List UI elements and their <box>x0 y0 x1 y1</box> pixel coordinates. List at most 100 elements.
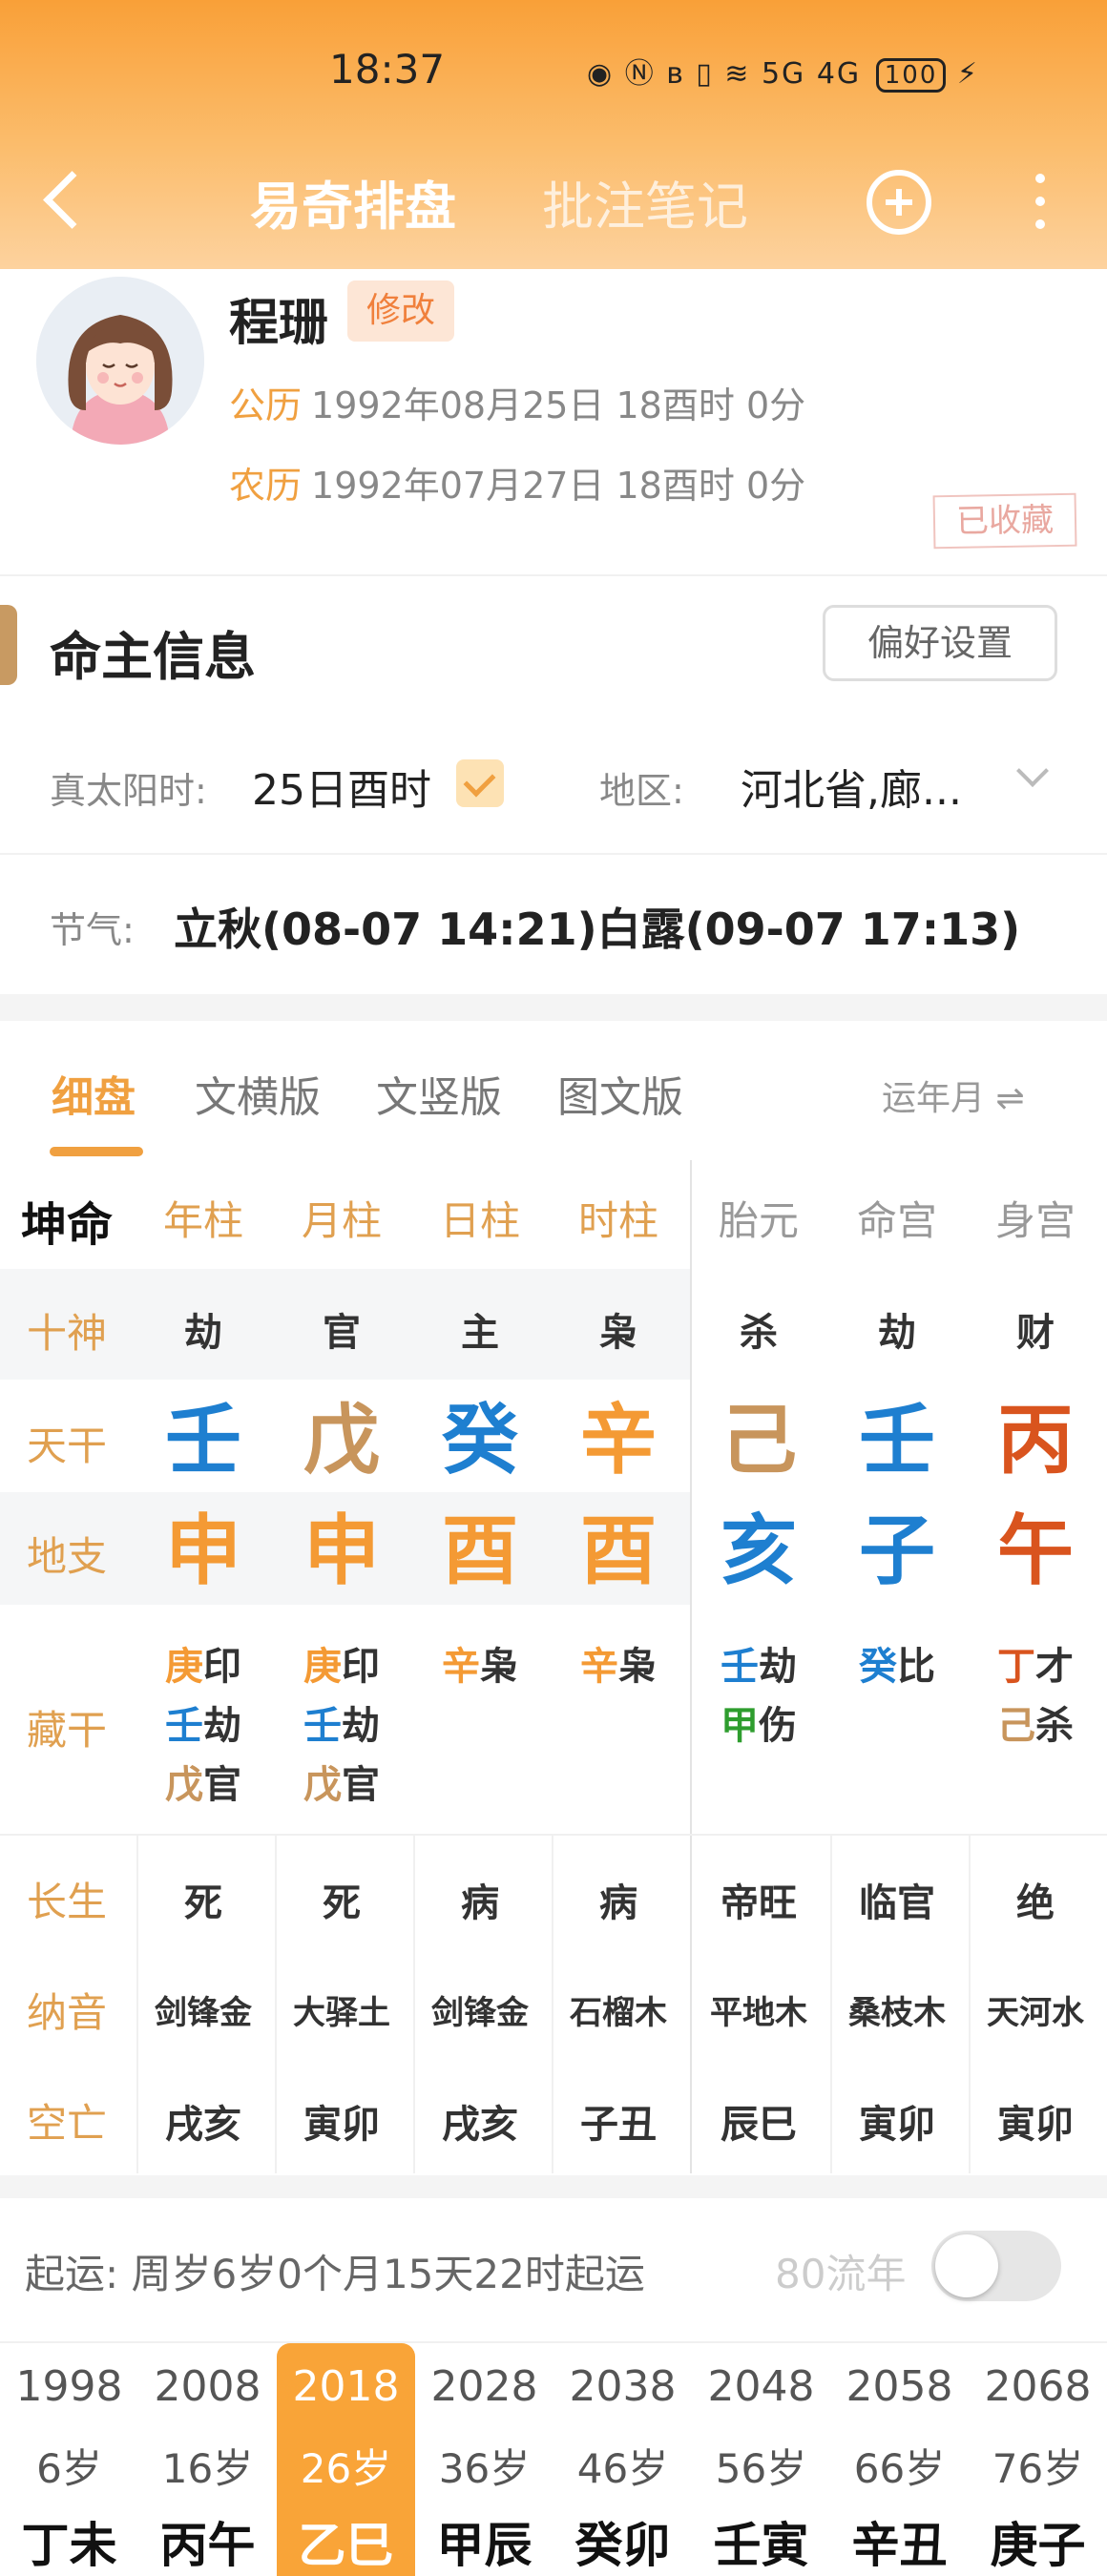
section-gap <box>0 994 1107 1021</box>
shishen-cell: 杀 <box>740 1311 778 1355</box>
preferences-button[interactable]: 偏好设置 <box>823 605 1057 681</box>
tab-wenheng[interactable]: 文横版 <box>195 1063 321 1124</box>
nayin-cell: 平地木 <box>710 1994 807 2032</box>
solar-term-label: 节气: <box>50 909 135 951</box>
canggan-stem: 壬 <box>303 1704 342 1748</box>
luck-year: 2048 <box>707 2362 815 2411</box>
canggan-item: 庚印 <box>165 1635 241 1691</box>
canggan-stem: 甲 <box>721 1704 759 1748</box>
true-solar-value: 25日酉时 <box>252 766 431 815</box>
canggan-stem: 丁 <box>997 1645 1035 1689</box>
nayin-cell: 剑锋金 <box>155 1994 252 2032</box>
luck-pillar[interactable]: 2058 66岁 辛丑 <box>830 2343 969 2576</box>
dizhi-char: 申 <box>165 1506 241 1595</box>
canggan-god: 伤 <box>759 1704 797 1748</box>
tab-xipan[interactable]: 细盘 <box>52 1063 136 1124</box>
canggan-item: 壬劫 <box>721 1635 797 1691</box>
lunar-date-row: 农历 1992年07月27日 18酉时 0分 <box>229 456 805 509</box>
canggan-item: 戊官 <box>303 1754 380 1809</box>
luck-year: 2008 <box>154 2362 261 2411</box>
nayin-cell: 石榴木 <box>570 1994 667 2032</box>
solar-date-row: 公历 1992年08月25日 18酉时 0分 <box>229 376 805 428</box>
canggan-item: 戊官 <box>165 1754 241 1809</box>
shishen-cell: 官 <box>323 1311 361 1355</box>
canggan-god: 劫 <box>203 1704 241 1748</box>
tiangan-char: 壬 <box>165 1396 241 1485</box>
add-icon[interactable] <box>867 170 931 235</box>
changsheng-cell: 临官 <box>859 1881 935 1925</box>
section-gap <box>0 2175 1107 2198</box>
luck-pillar[interactable]: 2018 26岁 乙巳 <box>277 2343 415 2576</box>
shishen-cell: 主 <box>461 1311 499 1355</box>
canggan-item: 壬劫 <box>165 1694 241 1750</box>
tab-wenshu[interactable]: 文竖版 <box>376 1063 502 1124</box>
kongwang-cell: 子丑 <box>580 2103 657 2147</box>
canggan-stem: 癸 <box>859 1645 897 1689</box>
luck-age: 56岁 <box>715 2445 807 2492</box>
canggan-item: 庚印 <box>303 1635 380 1691</box>
dizhi-char: 午 <box>997 1506 1074 1595</box>
luck-pillar[interactable]: 2038 46岁 癸卯 <box>554 2343 692 2576</box>
gender-label: 坤命 <box>20 1198 113 1252</box>
region-select[interactable]: 河北省,廊... <box>741 756 962 817</box>
canggan-god: 杀 <box>1035 1704 1074 1748</box>
chevron-down-icon[interactable] <box>1016 755 1049 787</box>
luck-pillar[interactable]: 2008 16岁 丙午 <box>138 2343 277 2576</box>
app-header: 18:37 ◉ Ⓝ ʙ ▯ ≋ 5G 4G 100 ⚡ 易奇排盘 批注笔记 <box>0 0 1107 269</box>
canggan-item: 丁才 <box>997 1635 1074 1691</box>
tab-tuwen[interactable]: 图文版 <box>557 1063 683 1124</box>
tiangan-char: 丙 <box>997 1396 1074 1485</box>
solar-term-value: 立秋(08-07 14:21)白露(09-07 17:13) <box>174 904 1021 955</box>
luck-pillar[interactable]: 2068 76岁庚子 <box>969 2343 1107 2576</box>
avatar-illustration <box>36 277 204 445</box>
vibrate-icon: ▯ <box>696 57 714 91</box>
luck-pillar[interactable]: 2028 36岁甲辰 <box>415 2343 554 2576</box>
luck-ganzhi: 乙巳 <box>298 2518 394 2573</box>
back-button[interactable] <box>38 160 95 237</box>
luck-year: 2058 <box>846 2362 953 2411</box>
luck-pillar[interactable]: 2048 56岁 壬寅 <box>692 2343 830 2576</box>
luck-year: 2038 <box>569 2362 677 2411</box>
yun-toggle[interactable]: 运年月 ⇌ <box>882 1070 1025 1120</box>
solar-date: 1992年08月25日 18酉时 0分 <box>311 384 806 426</box>
changsheng-cell: 病 <box>599 1881 637 1925</box>
canggan-item: 壬劫 <box>303 1694 380 1750</box>
column-header: 时柱 <box>577 1197 658 1244</box>
canggan-god: 比 <box>897 1645 935 1689</box>
luck-ganzhi: 甲辰 <box>436 2518 533 2573</box>
tab-paipan[interactable]: 易奇排盘 <box>250 164 456 239</box>
true-solar-checkbox[interactable] <box>456 759 504 807</box>
canggan-item: 己杀 <box>997 1694 1074 1750</box>
lunar-label: 农历 <box>229 465 303 507</box>
row-label: 地支 <box>26 1533 107 1580</box>
kongwang-cell: 寅卯 <box>859 2103 935 2147</box>
signal-icon: 5G 4G <box>761 57 862 91</box>
favorited-stamp[interactable]: 已收藏 <box>932 492 1077 550</box>
edit-button[interactable]: 修改 <box>347 280 455 342</box>
qiyun-info: 起运: 周岁6岁0个月15天22时起运 <box>25 2242 645 2300</box>
luck-year: 2028 <box>430 2362 538 2411</box>
more-icon[interactable] <box>1031 174 1050 233</box>
changsheng-cell: 病 <box>461 1881 499 1925</box>
eye-icon: ◉ <box>587 57 615 91</box>
luck-age: 46岁 <box>576 2445 669 2492</box>
column-header: 月柱 <box>301 1197 382 1244</box>
tab-notes[interactable]: 批注笔记 <box>542 164 748 239</box>
active-tab-indicator <box>50 1147 143 1156</box>
canggan-stem: 壬 <box>165 1704 203 1748</box>
luck-age: 16岁 <box>161 2445 254 2492</box>
luck-year: 1998 <box>15 2362 123 2411</box>
row-label: 纳音 <box>26 1989 107 2036</box>
qiyun-label: 起运: <box>25 2251 119 2297</box>
luck-age: 36岁 <box>438 2445 531 2492</box>
solar-label: 公历 <box>229 384 303 426</box>
canggan-stem: 辛 <box>442 1645 480 1689</box>
luck-ganzhi: 庚子 <box>990 2518 1086 2573</box>
liunian-toggle[interactable] <box>931 2231 1061 2301</box>
nayin-cell: 剑锋金 <box>431 1994 529 2032</box>
canggan-item: 甲伤 <box>721 1694 797 1750</box>
luck-pillar[interactable]: 1998 6岁 丁未 <box>0 2343 138 2576</box>
luck-year: 2068 <box>984 2362 1092 2411</box>
canggan-stem: 辛 <box>580 1645 618 1689</box>
luck-age: 76岁 <box>992 2445 1084 2492</box>
